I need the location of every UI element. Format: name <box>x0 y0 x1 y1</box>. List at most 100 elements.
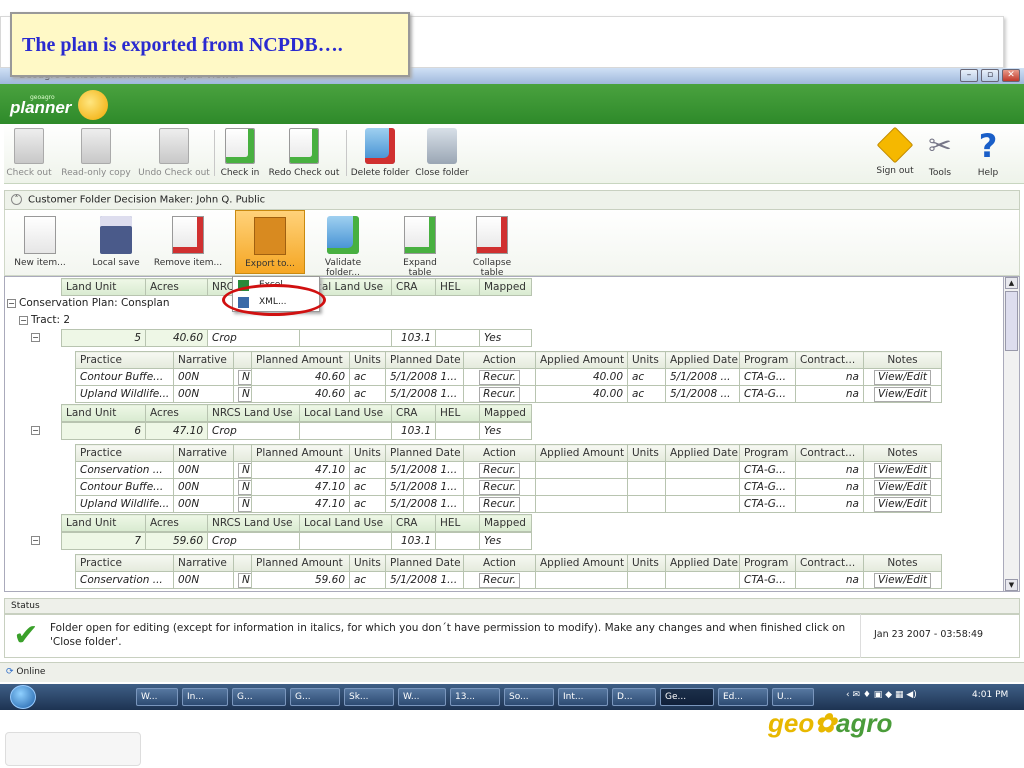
tools-button[interactable]: ✂ Tools <box>922 124 958 184</box>
land-cell-local[interactable] <box>299 532 392 550</box>
sign-out-button[interactable]: Sign out <box>874 124 916 184</box>
practice-column-header[interactable]: Planned Date <box>385 351 464 369</box>
practice-row[interactable]: Conservation ... 00N N 59.60 ac 5/1/2008 1...… <box>75 571 942 589</box>
practice-column-header[interactable]: Planned Amount <box>251 444 350 462</box>
practice-cell-pdate[interactable]: 5/1/2008 1... <box>385 478 464 496</box>
column-header[interactable]: Acres <box>145 514 208 532</box>
collapse-folder-icon[interactable]: ˄ <box>11 194 22 205</box>
help-button[interactable]: ? Help <box>970 124 1006 184</box>
practice-cell-aunits[interactable] <box>627 461 666 479</box>
practice-cell-units[interactable]: ac <box>349 461 386 479</box>
practice-cell-action[interactable]: Recur. <box>463 368 536 386</box>
taskbar-item[interactable]: Ge... <box>660 688 714 706</box>
practice-cell-units[interactable]: ac <box>349 495 386 513</box>
land-cell-mapped[interactable]: Yes <box>479 329 532 347</box>
land-cell-unit[interactable]: 6 <box>61 422 146 440</box>
collapse-icon[interactable]: − <box>19 315 28 325</box>
practice-cell-pdate[interactable]: 5/1/2008 1... <box>385 368 464 386</box>
practice-cell-notes[interactable]: View/Edit <box>863 385 942 403</box>
column-header[interactable]: Mapped <box>479 278 532 296</box>
column-header[interactable]: CRA <box>391 404 436 422</box>
column-header[interactable]: NRCS Land Use <box>207 404 300 422</box>
taskbar-item[interactable]: So... <box>504 688 554 706</box>
column-header[interactable]: Acres <box>145 404 208 422</box>
practice-column-header[interactable]: Units <box>349 554 386 572</box>
practice-cell-adate[interactable]: 5/1/2008 ... <box>665 385 740 403</box>
practice-column-header[interactable]: Program <box>739 351 796 369</box>
practice-row[interactable]: Upland Wildlife... 00N N 40.60 ac 5/1/2008 1.… <box>75 385 942 403</box>
column-header[interactable]: Land Unit <box>61 404 146 422</box>
practice-column-header[interactable]: Narrative <box>173 554 234 572</box>
collapse-icon[interactable]: − <box>7 298 16 308</box>
land-cell-acres[interactable]: 47.10 <box>145 422 208 440</box>
scroll-down-icon[interactable]: ▼ <box>1005 579 1018 591</box>
practice-column-header[interactable]: Applied Amount <box>535 554 628 572</box>
land-cell-mapped[interactable]: Yes <box>479 532 532 550</box>
export-to-button[interactable]: Export to... <box>235 210 305 274</box>
local-save-button[interactable]: Local save <box>89 210 143 274</box>
land-cell-mapped[interactable]: Yes <box>479 422 532 440</box>
practice-cell-applied[interactable] <box>535 461 628 479</box>
practice-cell-n[interactable]: N <box>233 385 252 403</box>
practice-column-header[interactable]: Planned Amount <box>251 351 350 369</box>
practice-cell-notes[interactable]: View/Edit <box>863 571 942 589</box>
practice-cell-practice[interactable]: Conservation ... <box>75 571 174 589</box>
practice-cell-contract[interactable]: na <box>795 571 864 589</box>
practice-cell-applied[interactable] <box>535 571 628 589</box>
practice-column-header[interactable]: Applied Amount <box>535 444 628 462</box>
scroll-thumb[interactable] <box>1005 291 1018 351</box>
column-header[interactable]: Local Land Use <box>299 514 392 532</box>
practice-column-header[interactable]: Action <box>463 351 536 369</box>
taskbar-item[interactable]: In... <box>182 688 228 706</box>
start-button[interactable] <box>10 685 36 709</box>
practice-cell-planned[interactable]: 40.60 <box>251 385 350 403</box>
taskbar-item[interactable]: U... <box>772 688 814 706</box>
practice-cell-narr[interactable]: 00N <box>173 495 234 513</box>
undo-check-out-button[interactable]: Undo Check out <box>136 124 212 184</box>
practice-cell-adate[interactable]: 5/1/2008 ... <box>665 368 740 386</box>
land-cell-nrcs[interactable]: Crop <box>207 329 300 347</box>
practice-cell-n[interactable]: N <box>233 461 252 479</box>
practice-cell-contract[interactable]: na <box>795 478 864 496</box>
practice-cell-n[interactable]: N <box>233 368 252 386</box>
practice-cell-pdate[interactable]: 5/1/2008 1... <box>385 461 464 479</box>
practice-cell-n[interactable]: N <box>233 495 252 513</box>
land-cell-hel[interactable] <box>435 422 480 440</box>
practice-column-header[interactable]: Contract... <box>795 554 864 572</box>
practice-cell-narr[interactable]: 00N <box>173 385 234 403</box>
practice-cell-planned[interactable]: 47.10 <box>251 461 350 479</box>
column-header[interactable]: Land Unit <box>61 514 146 532</box>
practice-cell-action[interactable]: Recur. <box>463 461 536 479</box>
practice-column-header[interactable]: Units <box>627 444 666 462</box>
redo-check-out-button[interactable]: Redo Check out <box>268 124 340 184</box>
practice-cell-units[interactable]: ac <box>349 478 386 496</box>
practice-cell-planned[interactable]: 47.10 <box>251 478 350 496</box>
minimize-button[interactable]: – <box>960 69 978 82</box>
practice-column-header[interactable]: Practice <box>75 554 174 572</box>
taskbar-item[interactable]: G... <box>290 688 340 706</box>
practice-cell-n[interactable]: N <box>233 478 252 496</box>
practice-cell-contract[interactable]: na <box>795 461 864 479</box>
land-unit-expander[interactable]: − <box>31 532 43 549</box>
practice-cell-applied[interactable] <box>535 495 628 513</box>
land-unit-expander[interactable]: − <box>31 422 43 439</box>
practice-cell-notes[interactable]: View/Edit <box>863 478 942 496</box>
land-cell-local[interactable] <box>299 329 392 347</box>
practice-column-header[interactable]: Notes <box>863 554 942 572</box>
column-header[interactable]: Local Land Use <box>299 404 392 422</box>
practice-cell-notes[interactable]: View/Edit <box>863 368 942 386</box>
practice-cell-practice[interactable]: Contour Buffe... <box>75 478 174 496</box>
column-header[interactable]: Mapped <box>479 514 532 532</box>
practice-cell-applied[interactable]: 40.00 <box>535 385 628 403</box>
practice-cell-notes[interactable]: View/Edit <box>863 495 942 513</box>
column-header[interactable]: Mapped <box>479 404 532 422</box>
practice-cell-practice[interactable]: Upland Wildlife... <box>75 495 174 513</box>
practice-column-header[interactable]: Planned Amount <box>251 554 350 572</box>
practice-cell-applied[interactable]: 40.00 <box>535 368 628 386</box>
practice-cell-program[interactable]: CTA-G... <box>739 571 796 589</box>
practice-row[interactable]: Contour Buffe... 00N N 47.10 ac 5/1/2008 1...… <box>75 478 942 496</box>
practice-column-header[interactable]: Units <box>627 351 666 369</box>
practice-column-header[interactable]: Narrative <box>173 351 234 369</box>
delete-folder-button[interactable]: Delete folder <box>350 124 410 184</box>
maximize-button[interactable]: ▫ <box>981 69 999 82</box>
